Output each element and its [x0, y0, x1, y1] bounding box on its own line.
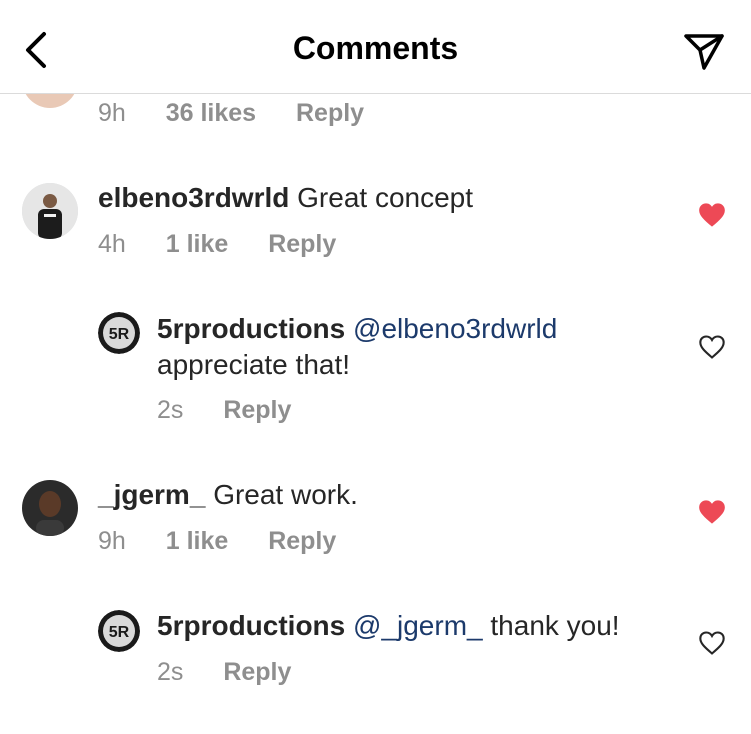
svg-text:5R: 5R — [109, 624, 130, 641]
avatar-photo — [22, 183, 78, 239]
avatar[interactable] — [22, 183, 78, 239]
likes-count[interactable]: 1 like — [166, 527, 229, 555]
reply-button[interactable]: Reply — [223, 396, 291, 424]
likes-count[interactable]: 1 like — [166, 230, 229, 258]
comment-body: Great work. — [213, 479, 358, 510]
comment-text: elbeno3rdwrld Great concept — [98, 180, 688, 216]
reply-button[interactable]: Reply — [268, 527, 336, 555]
page-title: Comments — [292, 30, 459, 66]
username[interactable]: _jgerm_ — [98, 479, 205, 510]
avatar-photo — [22, 480, 78, 536]
reply-button[interactable]: Reply — [268, 230, 336, 258]
avatar-logo: 5R — [98, 312, 140, 354]
comment-time: 2s — [157, 396, 184, 424]
header: Comments — [0, 0, 751, 94]
comment-body: Great concept — [297, 182, 474, 213]
username[interactable]: 5rproductions — [157, 610, 345, 641]
heart-filled-icon[interactable] — [698, 499, 726, 525]
comment-meta: 9h 1 like Reply — [98, 526, 336, 556]
avatar[interactable]: 5R — [98, 610, 140, 652]
username[interactable]: elbeno3rdwrld — [98, 182, 289, 213]
comment-meta: 2s Reply — [157, 657, 291, 687]
reply-button[interactable]: Reply — [296, 99, 364, 127]
comment-time: 9h — [98, 527, 126, 555]
mention-link[interactable]: @_jgerm_ — [353, 610, 483, 641]
comment-meta: 4h 1 like Reply — [98, 229, 336, 259]
mention-link[interactable]: @elbeno3rdwrld — [353, 313, 557, 344]
comment-time: 4h — [98, 230, 126, 258]
comment-text: _jgerm_ Great work. — [98, 477, 688, 513]
heart-outline-icon[interactable] — [698, 630, 726, 656]
avatar[interactable]: 5R — [98, 312, 140, 354]
likes-count[interactable]: 36 likes — [166, 99, 256, 127]
avatar-logo: 5R — [98, 610, 140, 652]
comment-body: appreciate that! — [157, 349, 351, 380]
paper-plane-icon[interactable] — [680, 30, 728, 74]
reply-text: 5rproductions @elbeno3rdwrld appreciate … — [157, 311, 677, 383]
comment-body: thank you! — [490, 610, 620, 641]
heart-filled-icon[interactable] — [698, 202, 726, 228]
reply-text: 5rproductions @_jgerm_ thank you! — [157, 608, 687, 644]
heart-outline-icon[interactable] — [698, 334, 726, 360]
avatar[interactable] — [22, 480, 78, 536]
comment-time: 2s — [157, 658, 184, 686]
username[interactable]: 5rproductions — [157, 313, 345, 344]
comment-meta: 2s Reply — [157, 395, 291, 425]
reply-button[interactable]: Reply — [223, 658, 291, 686]
comment-time: 9h — [98, 99, 126, 127]
svg-text:5R: 5R — [109, 326, 130, 343]
comment-meta: 9h 36 likes Reply — [98, 98, 364, 128]
